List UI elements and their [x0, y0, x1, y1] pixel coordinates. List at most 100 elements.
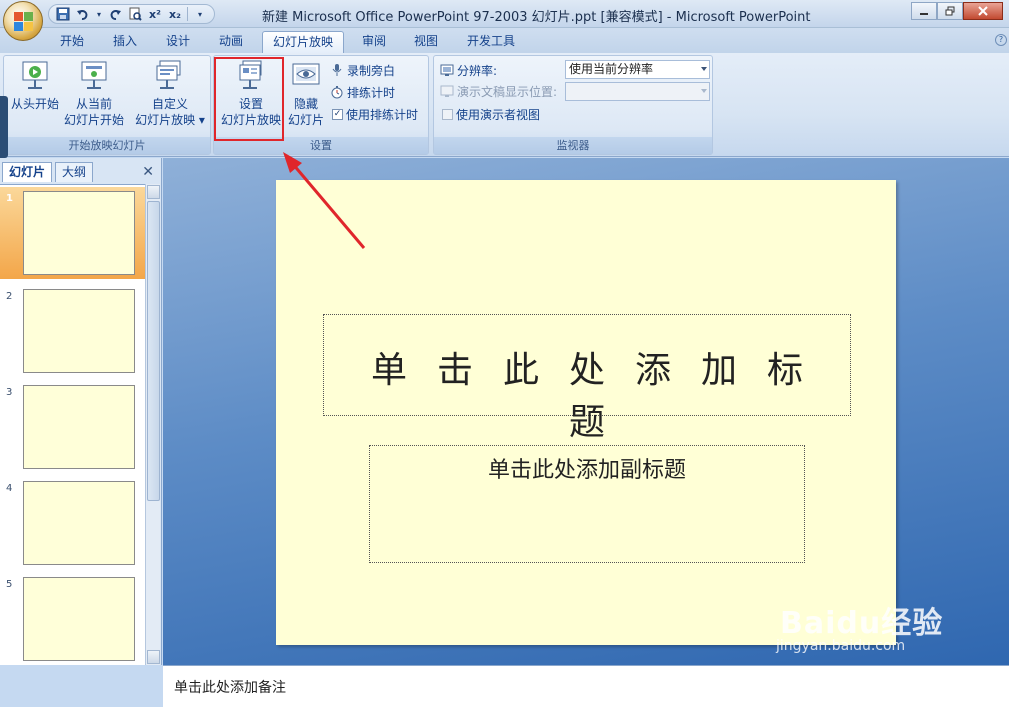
use-timings-check-icon: ✓	[332, 108, 343, 120]
hide-slide-label-line2: 幻灯片	[287, 113, 324, 127]
slide-canvas[interactable]: 单击此处添加标题 单击此处添加副标题	[276, 180, 896, 645]
microphone-icon	[330, 63, 344, 77]
slide-editing-area: 单击此处添加标题 单击此处添加副标题	[163, 158, 1009, 665]
from-current-label-line1: 从当前	[75, 97, 112, 111]
slide-thumbnail[interactable]	[23, 191, 135, 275]
scroll-thumb[interactable]	[147, 201, 160, 501]
minimize-button[interactable]	[911, 2, 937, 20]
resolution-label-text: 分辨率:	[457, 63, 498, 78]
office-button[interactable]	[3, 1, 43, 41]
tab-view[interactable]: 视图	[404, 31, 448, 53]
window-edge-grip	[0, 96, 8, 158]
quick-access-toolbar: ▾ x² x₂ ▾	[48, 4, 215, 24]
thumbnail-row[interactable]: 3	[0, 381, 145, 473]
use-rehearsed-timings-checkbox[interactable]: ✓ 使用排练计时	[332, 105, 418, 123]
slide-number: 5	[6, 579, 13, 590]
thumbnail-row[interactable]: 1	[0, 187, 145, 279]
slide-number: 2	[6, 291, 13, 302]
notes-placeholder-text: 单击此处添加备注	[174, 680, 286, 696]
tab-slides[interactable]: 幻灯片	[2, 162, 53, 182]
slide-thumbnail[interactable]	[23, 577, 135, 661]
tab-insert[interactable]: 插入	[103, 31, 147, 53]
custom-show-label-line1: 自定义	[151, 97, 188, 111]
group-start-slide-show: 从头开始 从当前 幻灯片开始 自定义 幻灯片放映 ▾ 开始放映幻灯片	[3, 55, 211, 155]
scroll-up-button[interactable]	[147, 185, 160, 199]
watermark-url: jingyan.baidu.com	[776, 638, 906, 654]
hide-slide-label-line1: 隐藏	[293, 97, 318, 111]
slideshow-play-icon	[19, 60, 51, 92]
slides-pane: 幻灯片 大纲 ✕ 1 2 3 4 5	[0, 158, 162, 665]
slide-thumbnail[interactable]	[23, 385, 135, 469]
subscript-button[interactable]: x₂	[167, 6, 183, 22]
presenter-view-checkbox[interactable]: 使用演示者视图	[442, 105, 540, 123]
superscript-button[interactable]: x²	[147, 6, 163, 22]
thumbnail-row[interactable]: 2	[0, 285, 145, 377]
baidu-watermark: Baidu经验 jingyan.baidu.com	[776, 598, 943, 654]
thumbnail-row[interactable]: 5	[0, 573, 145, 665]
tab-design[interactable]: 设计	[156, 31, 200, 53]
custom-show-label-line2: 幻灯片放映 ▾	[135, 113, 205, 127]
chevron-down-icon	[701, 67, 707, 71]
subtitle-placeholder-text: 单击此处添加副标题	[487, 458, 686, 483]
hide-slide-icon	[290, 60, 322, 92]
slide-thumbnail[interactable]	[23, 289, 135, 373]
undo-icon[interactable]	[75, 6, 91, 22]
presenter-view-label: 使用演示者视图	[456, 107, 541, 122]
custom-slide-show-button[interactable]: 自定义 幻灯片放映 ▾	[132, 60, 208, 128]
use-timings-label: 使用排练计时	[346, 107, 419, 122]
resolution-label: 分辨率:	[440, 61, 497, 79]
close-button[interactable]	[963, 2, 1003, 20]
timer-icon	[330, 85, 344, 99]
from-current-slide-button[interactable]: 从当前 幻灯片开始	[62, 60, 126, 128]
print-preview-icon[interactable]	[127, 6, 143, 22]
customize-toolbar-icon[interactable]: ▾	[192, 6, 208, 22]
slide-number: 3	[6, 387, 13, 398]
tab-review[interactable]: 审阅	[352, 31, 396, 53]
title-placeholder-text: 单击此处添加标题	[370, 350, 833, 443]
notes-pane[interactable]: 单击此处添加备注	[163, 665, 1009, 707]
rehearse-timings-button[interactable]: 排练计时	[330, 83, 395, 101]
annotation-highlight-box	[214, 57, 284, 141]
show-on-label-text: 演示文稿显示位置:	[457, 84, 558, 99]
slide-thumbnail[interactable]	[23, 481, 135, 565]
undo-dropdown-icon[interactable]: ▾	[95, 6, 103, 22]
title-placeholder[interactable]: 单击此处添加标题	[323, 314, 851, 443]
window-controls	[911, 2, 1003, 20]
show-on-dropdown[interactable]	[565, 82, 710, 101]
hide-slide-button[interactable]: 隐藏 幻灯片	[286, 60, 326, 128]
resolution-value: 使用当前分辨率	[569, 62, 654, 76]
rehearse-timings-label: 排练计时	[347, 85, 396, 100]
group-monitors: 分辨率: 使用当前分辨率 演示文稿显示位置: 使用演示者视图 监视器	[433, 55, 713, 155]
restore-button[interactable]	[937, 2, 963, 20]
tab-developer[interactable]: 开发工具	[458, 31, 524, 53]
ribbon: 从头开始 从当前 幻灯片开始 自定义 幻灯片放映 ▾ 开始放映幻灯片 设置 幻灯…	[0, 53, 1009, 157]
from-beginning-button[interactable]: 从头开始	[7, 60, 63, 112]
presenter-view-check-icon	[442, 108, 453, 120]
monitor-icon	[440, 84, 454, 98]
record-narration-label: 录制旁白	[347, 63, 396, 78]
subtitle-placeholder[interactable]: 单击此处添加副标题	[369, 445, 805, 563]
close-icon[interactable]: ✕	[142, 164, 154, 180]
thumbnail-row[interactable]: 4	[0, 477, 145, 569]
slide-number: 4	[6, 483, 13, 494]
help-icon[interactable]: ?	[995, 34, 1007, 46]
tab-animations[interactable]: 动画	[209, 31, 253, 53]
from-beginning-label: 从头开始	[10, 97, 59, 111]
chevron-down-icon	[701, 89, 707, 93]
tab-slide-show[interactable]: 幻灯片放映	[262, 31, 344, 53]
resolution-dropdown[interactable]: 使用当前分辨率	[565, 60, 710, 79]
show-on-label: 演示文稿显示位置:	[440, 82, 557, 100]
tab-outline[interactable]: 大纲	[55, 162, 94, 182]
tab-home[interactable]: 开始	[50, 31, 94, 53]
thumbnail-list: 1 2 3 4 5	[0, 184, 145, 665]
slideshow-current-icon	[78, 60, 110, 92]
group-label-start-slide-show: 开始放映幻灯片	[4, 137, 210, 154]
from-current-label-line2: 幻灯片开始	[63, 113, 124, 127]
thumbnail-scrollbar[interactable]	[145, 184, 160, 665]
ribbon-tab-bar: 开始 插入 设计 动画 幻灯片放映 审阅 视图 开发工具 ?	[0, 28, 1009, 53]
record-narration-button[interactable]: 录制旁白	[330, 61, 395, 79]
scroll-down-button[interactable]	[147, 650, 160, 664]
save-icon[interactable]	[55, 6, 71, 22]
redo-icon[interactable]	[107, 6, 123, 22]
slide-number: 1	[6, 193, 13, 204]
